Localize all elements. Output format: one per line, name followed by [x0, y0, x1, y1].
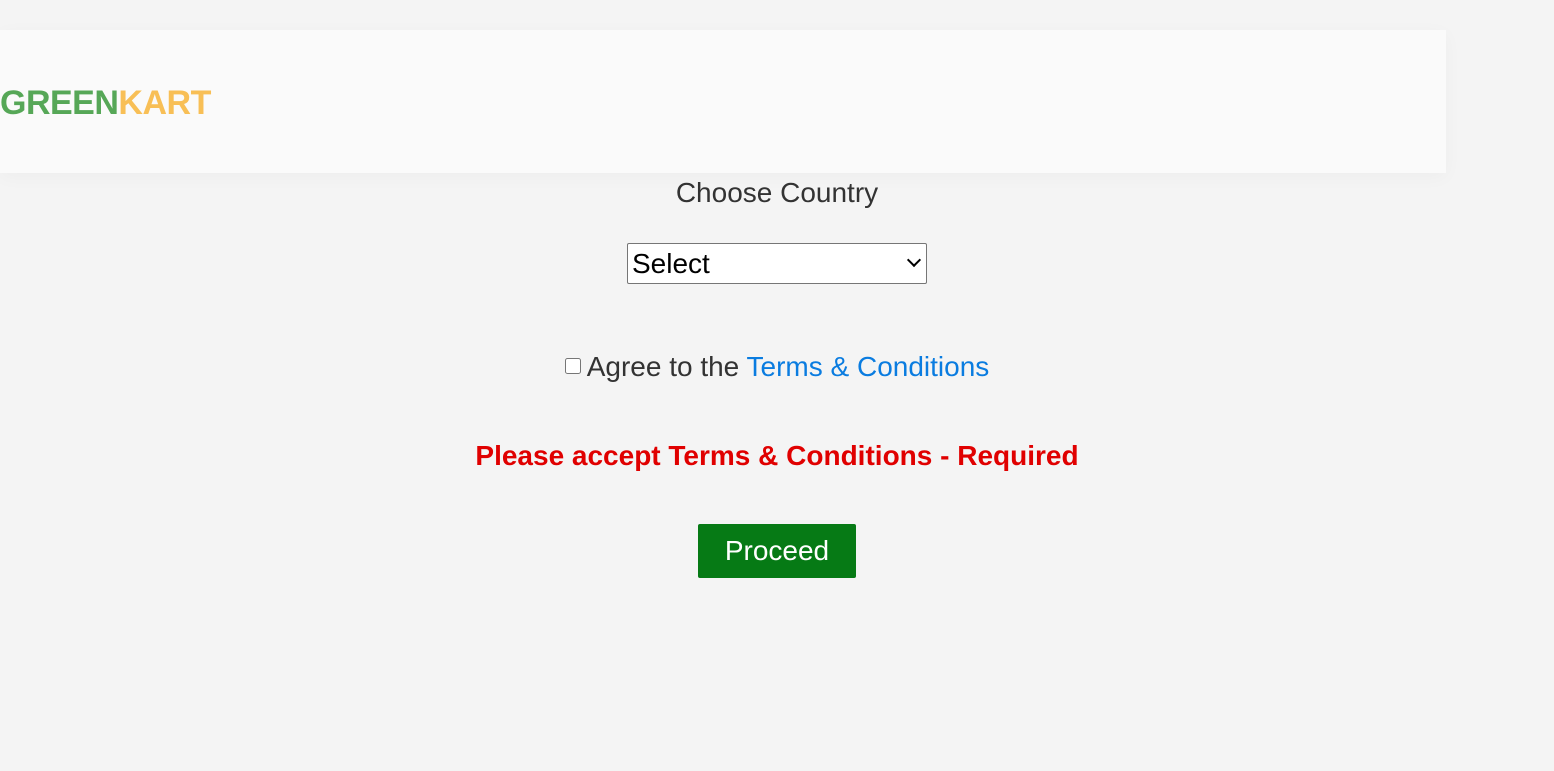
terms-checkbox[interactable] — [564, 357, 581, 374]
logo-green-text: GREEN — [0, 84, 119, 122]
site-header — [0, 30, 1446, 173]
agree-text: Agree to the — [586, 351, 747, 382]
logo-kart-text: KART — [118, 84, 211, 122]
country-select[interactable]: Select — [627, 243, 927, 284]
greenkart-logo[interactable]: GREENKART — [0, 83, 211, 123]
proceed-button[interactable]: Proceed — [698, 524, 856, 578]
choose-country-label: Choose Country — [675, 177, 879, 208]
country-select-wrapper[interactable]: Select — [627, 243, 927, 284]
terms-error-message: Please accept Terms & Conditions - Requi… — [475, 440, 1079, 471]
terms-agree-row: Agree to the Terms & Conditions — [0, 348, 1554, 386]
terms-conditions-link[interactable]: Terms & Conditions — [747, 351, 990, 382]
